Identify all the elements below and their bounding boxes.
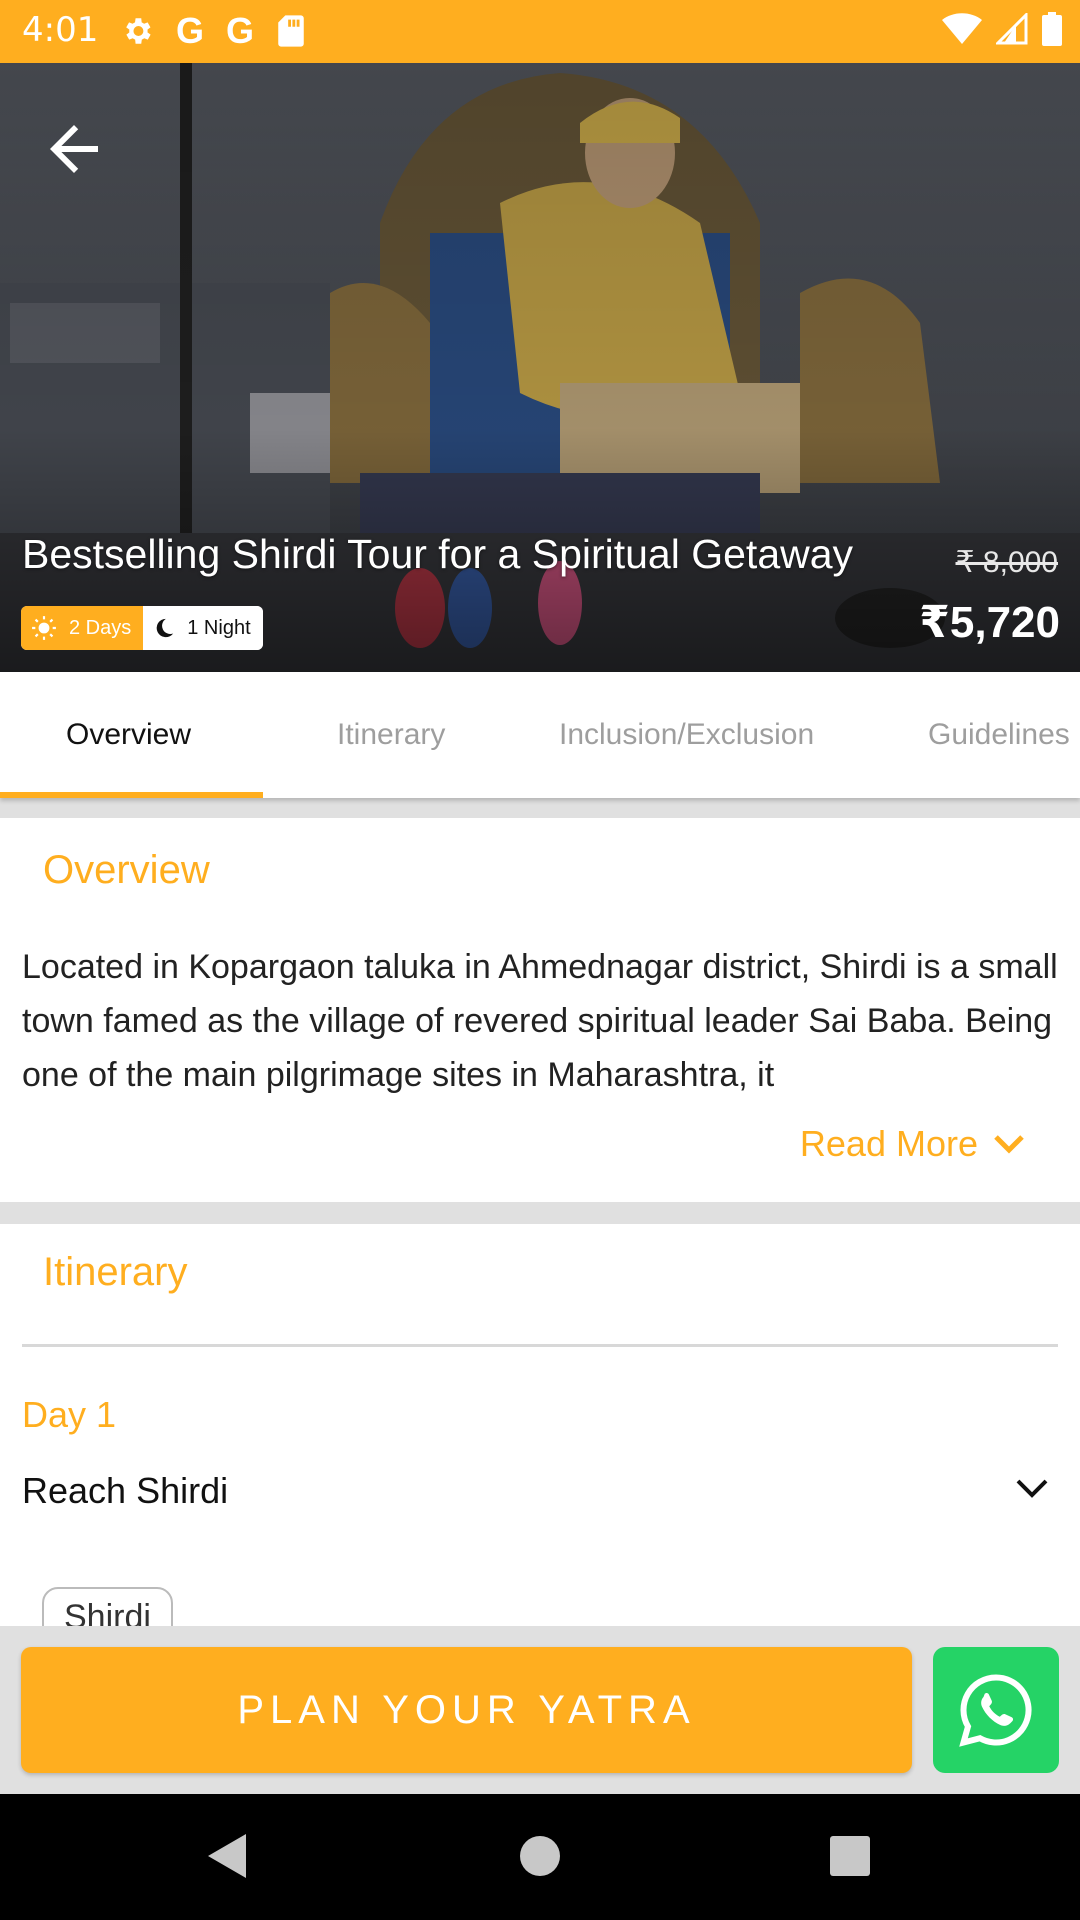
whatsapp-icon bbox=[959, 1674, 1032, 1747]
tab-bar: Overview Itinerary Inclusion/Exclusion G… bbox=[0, 672, 1080, 798]
gear-icon bbox=[126, 18, 151, 44]
wifi-icon bbox=[942, 13, 982, 44]
nav-recents-icon[interactable] bbox=[820, 1826, 880, 1886]
divider bbox=[22, 1344, 1058, 1347]
status-time: 4:01 bbox=[22, 10, 99, 50]
google-icon: G bbox=[226, 10, 255, 51]
status-icons-right bbox=[942, 12, 1062, 46]
battery-icon bbox=[1042, 12, 1062, 46]
hero-banner: Bestselling Shirdi Tour for a Spiritual … bbox=[0, 63, 1080, 672]
tour-title: Bestselling Shirdi Tour for a Spiritual … bbox=[22, 531, 854, 577]
bottom-action-bar: PLAN YOUR YATRA bbox=[0, 1626, 1080, 1794]
signal-icon bbox=[996, 13, 1028, 45]
night-badge: 1 Night bbox=[143, 606, 263, 650]
moon-icon bbox=[156, 618, 174, 638]
system-nav-bar bbox=[0, 1794, 1080, 1920]
read-more-label: Read More bbox=[799, 1123, 978, 1164]
chevron-down-icon[interactable] bbox=[1014, 1476, 1050, 1502]
chevron-down-icon bbox=[994, 1135, 1024, 1154]
whatsapp-button[interactable] bbox=[933, 1647, 1059, 1773]
tab-inclusion-exclusion[interactable]: Inclusion/Exclusion bbox=[559, 718, 814, 752]
itinerary-heading: Itinerary bbox=[43, 1250, 188, 1294]
status-icons-left: G G bbox=[120, 10, 306, 52]
itinerary-section: Itinerary Day 1 Reach Shirdi Shirdi bbox=[0, 1224, 1080, 1647]
discounted-price: ₹5,720 bbox=[919, 598, 1060, 647]
overview-text: Located in Kopargaon taluka in Ahmednaga… bbox=[22, 948, 1058, 1094]
tab-overview[interactable]: Overview bbox=[66, 718, 191, 752]
day-title[interactable]: Reach Shirdi bbox=[22, 1470, 228, 1512]
plan-your-yatra-button[interactable]: PLAN YOUR YATRA bbox=[21, 1647, 912, 1773]
read-more-button[interactable]: Read More bbox=[800, 1123, 1026, 1165]
days-label: 2 Days bbox=[69, 616, 132, 639]
google-icon: G bbox=[176, 10, 205, 51]
original-price: ₹ 8,000 bbox=[955, 546, 1059, 579]
nights-label: 1 Night bbox=[187, 616, 251, 639]
back-arrow-icon[interactable] bbox=[38, 113, 110, 185]
nav-home-icon[interactable] bbox=[510, 1826, 570, 1886]
day-label: Day 1 bbox=[22, 1394, 117, 1435]
sd-card-icon bbox=[278, 15, 304, 47]
days-badge: 2 Days bbox=[21, 606, 144, 650]
duration-badge: 2 Days 1 Night bbox=[21, 606, 263, 650]
tab-guidelines[interactable]: Guidelines bbox=[928, 718, 1070, 752]
overview-heading: Overview bbox=[43, 848, 210, 892]
sun-icon bbox=[32, 616, 56, 640]
active-tab-indicator bbox=[0, 792, 263, 798]
overview-section: Overview Located in Kopargaon taluka in … bbox=[0, 818, 1080, 1202]
hero-image bbox=[0, 63, 1080, 672]
tab-itinerary[interactable]: Itinerary bbox=[337, 718, 445, 752]
status-bar: 4:01 G G bbox=[0, 0, 1080, 63]
nav-back-icon[interactable] bbox=[200, 1826, 260, 1886]
